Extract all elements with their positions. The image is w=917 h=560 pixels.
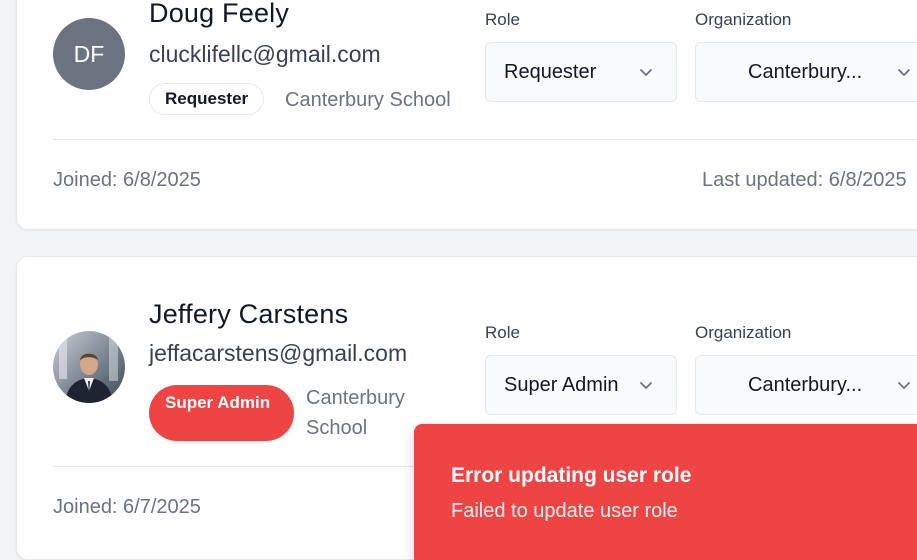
last-updated-date: Last updated: 6/8/2025 <box>702 169 907 191</box>
chevron-down-icon <box>640 382 652 389</box>
profile-photo <box>53 331 125 403</box>
toast-message: Failed to update user role <box>451 500 678 522</box>
avatar: DF <box>53 18 125 90</box>
role-label: Role <box>485 10 520 29</box>
role-badge: Requester <box>149 83 265 115</box>
joined-date: Joined: 6/7/2025 <box>53 496 201 518</box>
role-select[interactable]: Super Admin <box>485 355 677 415</box>
user-name: Doug Feely <box>149 0 290 28</box>
toast-title: Error updating user role <box>451 464 692 487</box>
user-name: Jeffery Carstens <box>149 299 349 329</box>
error-toast[interactable]: Error updating user role Failed to updat… <box>414 424 917 560</box>
user-email: clucklifellc@gmail.com <box>149 41 381 67</box>
organization-label: Organization <box>695 10 792 29</box>
avatar-initials: DF <box>73 40 105 67</box>
role-badge: Super Admin <box>149 385 294 441</box>
user-management-page: DF Doug Feely clucklifellc@gmail.com Req… <box>0 0 917 560</box>
organization-select-value: Canterbury... <box>748 373 863 396</box>
role-select-value: Super Admin <box>504 373 619 396</box>
role-label: Role <box>485 323 520 342</box>
chevron-down-icon <box>640 69 652 76</box>
divider <box>53 139 917 140</box>
user-email: jeffacarstens@gmail.com <box>149 340 408 366</box>
role-select[interactable]: Requester <box>485 42 677 102</box>
chevron-down-icon <box>898 69 910 76</box>
organization-text: Canterbury School <box>285 89 451 111</box>
organization-select[interactable]: Canterbury... <box>695 42 917 102</box>
avatar <box>53 331 125 403</box>
joined-date: Joined: 6/8/2025 <box>53 169 201 191</box>
chevron-down-icon <box>898 382 910 389</box>
role-select-value: Requester <box>504 60 597 83</box>
organization-select[interactable]: Canterbury... <box>695 355 917 415</box>
user-card: DF Doug Feely clucklifellc@gmail.com Req… <box>16 0 917 230</box>
organization-label: Organization <box>695 323 792 342</box>
organization-select-value: Canterbury... <box>748 60 863 83</box>
